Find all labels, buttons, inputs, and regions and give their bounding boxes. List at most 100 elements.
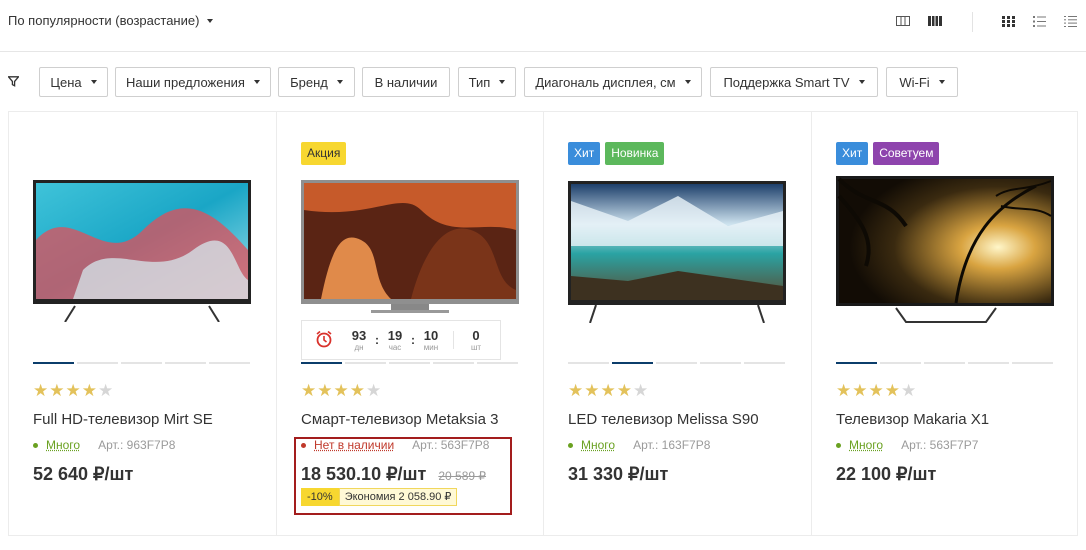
rating-stars: ★ ★ ★ ★ ★ [33,382,113,400]
image-pager[interactable] [568,362,785,364]
filter-price[interactable]: Цена [39,67,108,97]
timer-days: 93 дн [345,328,373,353]
title-prefix: Смарт-телевизор [301,411,422,428]
timer-qty-value: 0 [472,327,480,343]
pager-dot[interactable] [433,362,474,364]
badge-new: Новинка [605,142,665,165]
countdown-timer: 93 дн : 19 час : 10 мин 0 шт [301,320,501,360]
pager-dot[interactable] [209,362,250,364]
view-table-icon[interactable] [1064,16,1077,27]
view-grid-3-icon[interactable] [896,16,910,26]
pager-dot[interactable] [165,362,206,364]
product-title[interactable]: Full HD-телевизор Mirt SE [33,411,213,428]
product-card[interactable]: Хит Новинка ★ ★ ★ ★ ★ LED телевизор Meli… [544,112,812,535]
image-pager[interactable] [33,362,250,364]
price: 22 100 ₽/шт [836,464,936,485]
pager-dot[interactable] [389,362,430,364]
filter-wifi[interactable]: Wi-Fi [886,67,958,97]
product-image[interactable] [836,176,1054,323]
timer-colon: : [411,333,415,347]
product-title[interactable]: Смарт-телевизор Metaksia 3 [301,411,498,428]
pager-dot[interactable] [880,362,921,364]
stock-info: Много Арт.: 563F7P7 [836,438,978,452]
star-icon: ★ [868,381,884,400]
filter-offers[interactable]: Наши предложения [115,67,271,97]
price-value: 31 330 ₽/шт [568,464,669,484]
star-icon: ★ [600,381,616,400]
product-card[interactable]: Акция 93 дн : 19 час : 10 мин 0 шт ★ ★ ★… [277,112,544,535]
sort-label: По популярности (возрастание) [8,13,200,28]
stock-label[interactable]: Много [581,438,615,452]
star-icon: ★ [584,381,600,400]
pager-dot[interactable] [924,362,965,364]
title-name: Mirt SE [163,411,213,428]
badge-group: Акция [301,142,347,165]
image-pager[interactable] [301,362,518,364]
timer-hours-unit: час [388,342,402,352]
pager-dot[interactable] [121,362,162,364]
title-name: Makaria X1 [913,411,990,428]
savings-badge: -10% Экономия 2 058.90 ₽ [301,488,458,506]
star-icon: ★ [616,381,632,400]
timer-hours-value: 19 [387,327,403,343]
timer-hours: 19 час [381,328,409,353]
stock-label[interactable]: Много [46,438,80,452]
badge-hit: Хит [568,142,601,165]
chevron-down-icon [858,80,865,84]
chevron-down-icon [90,80,97,84]
pager-dot[interactable] [968,362,1009,364]
stock-info: Нет в наличии Арт.: 563F7P8 [301,438,489,452]
product-card[interactable]: ★ ★ ★ ★ ★ Full HD-телевизор Mirt SE Много Ар… [9,112,277,535]
product-card[interactable]: Хит Советуем ★ ★ ★ ★ ★ Телевизор Makaria… [812,112,1079,535]
image-pager[interactable] [836,362,1053,364]
stock-label[interactable]: Нет в наличии [314,438,394,452]
badge-group: Хит Новинка [568,142,665,165]
filter-label: Бренд [290,74,328,90]
article-number: Арт.: 163F7P8 [633,438,711,452]
product-title[interactable]: LED телевизор Melissa S90 [568,411,759,428]
stock-label[interactable]: Много [849,438,883,452]
price: 31 330 ₽/шт [568,464,668,485]
star-icon: ★ [884,381,900,400]
stock-info: Много Арт.: 963F7P8 [33,438,175,452]
pager-dot[interactable] [1012,362,1053,364]
pager-dot[interactable] [345,362,386,364]
article-number: Арт.: 563F7P7 [901,438,979,452]
filter-funnel-icon[interactable] [7,75,20,90]
pager-dot[interactable] [301,362,342,364]
economy-label: Экономия 2 058.90 ₽ [338,488,458,506]
pager-dot[interactable] [656,362,697,364]
sort-dropdown[interactable]: По популярности (возрастание) [8,13,214,28]
filter-smart-tv[interactable]: Поддержка Smart TV [710,67,878,97]
discount-badge: -10% [301,488,339,506]
product-title[interactable]: Телевизор Makaria X1 [836,411,989,428]
star-icon: ★ [317,381,333,400]
filter-in-stock[interactable]: В наличии [362,67,450,97]
pager-dot[interactable] [612,362,653,364]
view-list-icon[interactable] [1033,16,1046,27]
product-image[interactable] [301,180,519,320]
star-icon: ★ [49,381,65,400]
view-tiles-icon[interactable] [1002,16,1015,27]
filter-type[interactable]: Тип [458,67,516,97]
filter-brand[interactable]: Бренд [278,67,355,97]
product-image[interactable] [568,181,786,324]
old-price: 20 589 ₽ [438,469,487,483]
view-grid-4-icon[interactable] [928,16,942,26]
pager-dot[interactable] [568,362,609,364]
timer-qty-unit: шт [470,342,482,352]
chevron-down-icon [684,80,691,84]
star-empty-icon: ★ [633,381,649,400]
filter-label: Поддержка Smart TV [723,74,850,90]
pager-dot[interactable] [33,362,74,364]
product-image[interactable] [33,180,251,323]
pager-dot[interactable] [700,362,741,364]
chevron-down-icon [336,80,343,84]
filter-diagonal[interactable]: Диагональ дисплея, см [524,67,702,97]
star-empty-icon: ★ [98,381,114,400]
pager-dot[interactable] [477,362,518,364]
pager-dot[interactable] [744,362,785,364]
pager-dot[interactable] [836,362,877,364]
pager-dot[interactable] [77,362,118,364]
price: 18 530.10 ₽/шт 20 589 ₽ [301,464,486,485]
